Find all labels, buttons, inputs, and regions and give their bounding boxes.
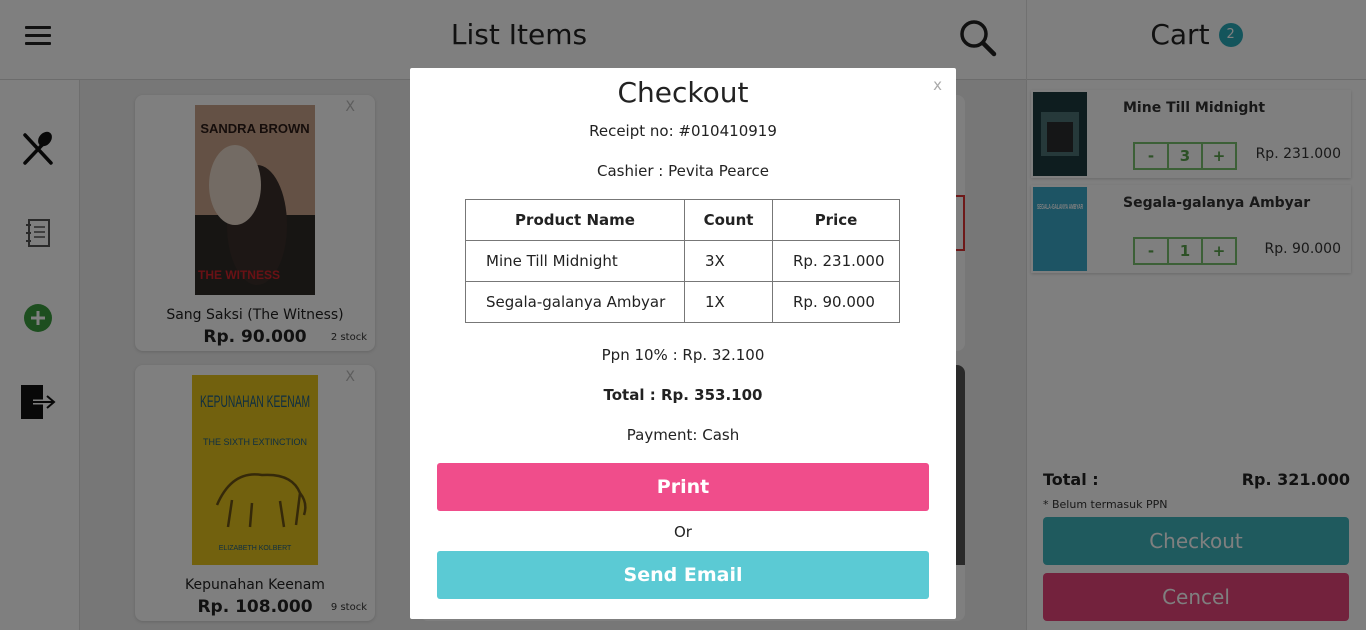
table-row: Segala-galanya Ambyar 1X Rp. 90.000 — [465, 281, 900, 323]
ppn-amount: Ppn 10% : Rp. 32.100 — [601, 346, 765, 364]
column-header: Product Name — [465, 199, 685, 241]
print-button[interactable]: Print — [437, 463, 929, 511]
table-cell: Segala-galanya Ambyar — [465, 281, 685, 323]
column-header: Price — [772, 199, 900, 241]
table-cell: Rp. 90.000 — [772, 281, 900, 323]
receipt-table: Product Name Count Price Mine Till Midni… — [465, 199, 900, 323]
table-header-row: Product Name Count Price — [465, 199, 900, 241]
table-cell: 3X — [684, 240, 773, 282]
modal-title: Checkout — [617, 76, 749, 109]
or-separator: Or — [674, 523, 692, 541]
table-cell: Mine Till Midnight — [465, 240, 685, 282]
table-cell: Rp. 231.000 — [772, 240, 900, 282]
table-cell: 1X — [684, 281, 773, 323]
cashier-name: Cashier : Pevita Pearce — [596, 162, 769, 180]
send-email-button[interactable]: Send Email — [437, 551, 929, 599]
payment-method: Payment: Cash — [626, 426, 740, 444]
checkout-modal: x Checkout Receipt no: #010410919 Cashie… — [410, 68, 956, 619]
column-header: Count — [684, 199, 773, 241]
grand-total: Total : Rp. 353.100 — [603, 386, 763, 404]
receipt-number: Receipt no: #010410919 — [589, 122, 777, 140]
table-row: Mine Till Midnight 3X Rp. 231.000 — [465, 240, 900, 282]
